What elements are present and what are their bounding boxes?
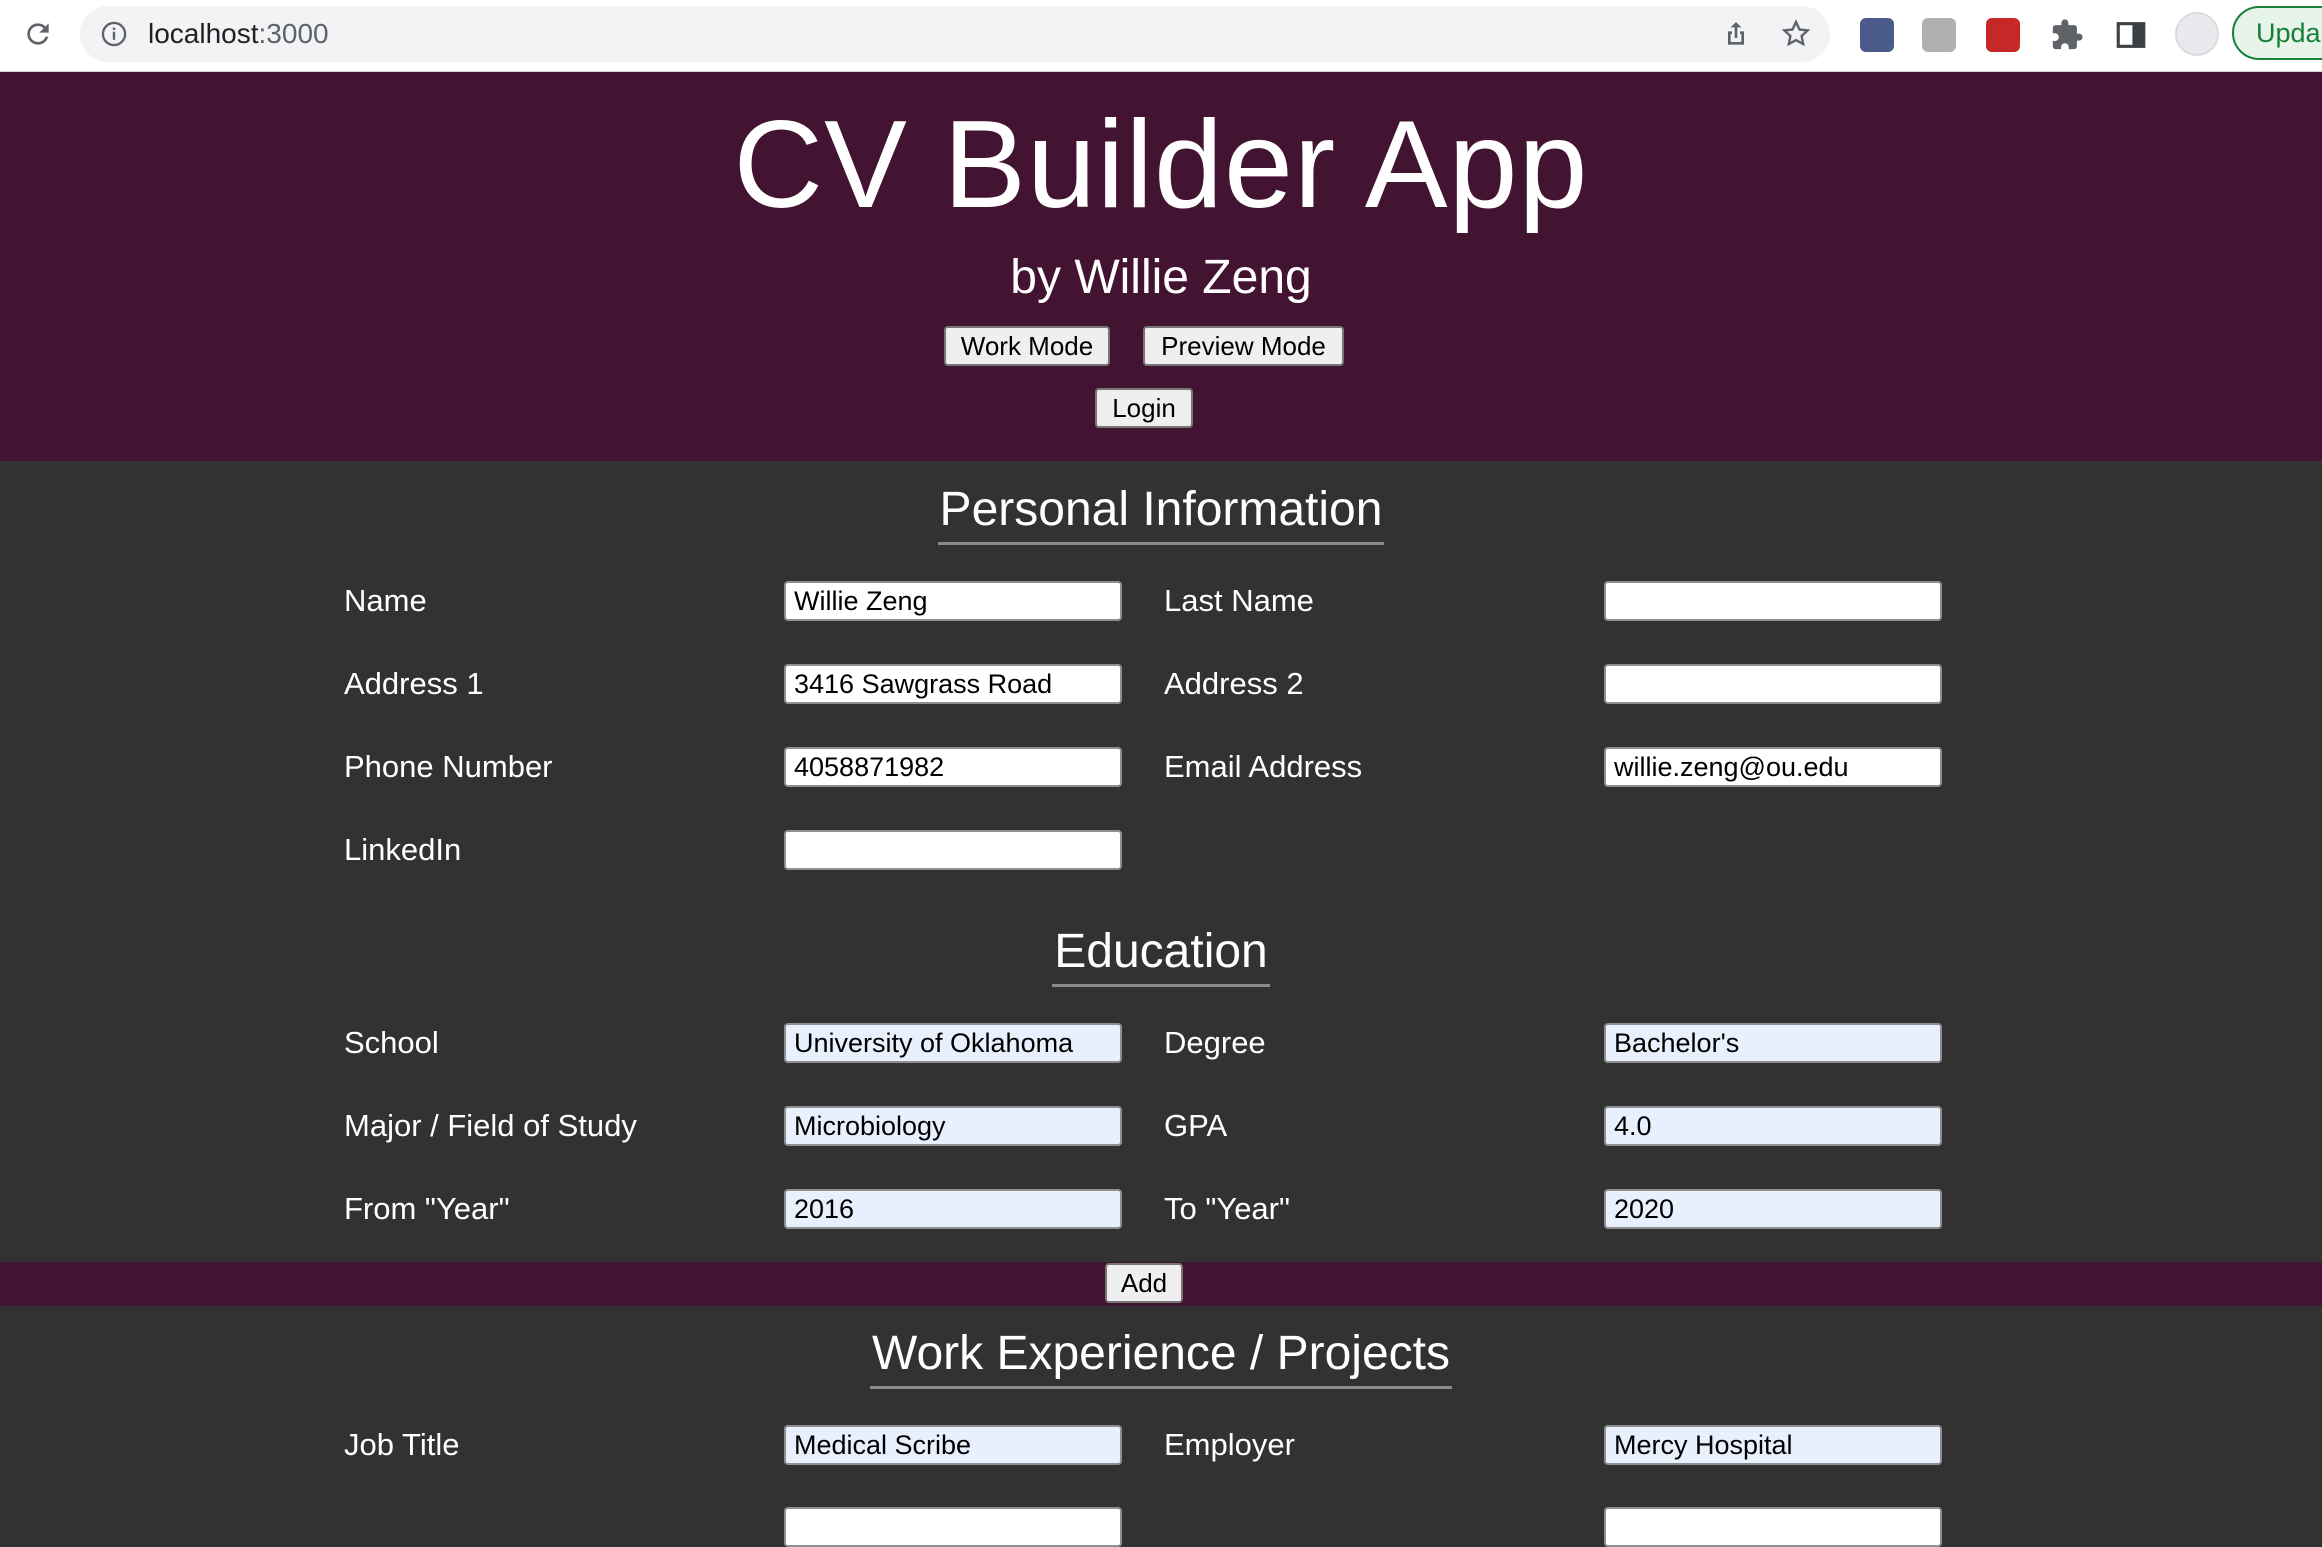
update-button[interactable]: Upda [2232, 6, 2322, 60]
school-label: School [344, 1025, 439, 1060]
profile-avatar[interactable] [2175, 12, 2219, 56]
url-host: localhost [148, 18, 259, 49]
reload-icon[interactable] [18, 14, 58, 54]
extensions-icon[interactable] [2050, 18, 2084, 52]
to-year-label: To "Year" [1164, 1191, 1290, 1226]
site-info-icon[interactable] [100, 20, 128, 48]
last-name-field[interactable] [1604, 581, 1942, 621]
url-port: :3000 [258, 18, 329, 49]
employer-label: Employer [1164, 1427, 1295, 1462]
browser-toolbar: localhost:3000 Upda [0, 0, 2322, 72]
address1-field[interactable] [784, 664, 1122, 704]
name-field[interactable] [784, 581, 1122, 621]
work-mode-button[interactable]: Work Mode [944, 326, 1110, 366]
work-title: Work Experience / Projects [870, 1326, 1452, 1389]
login-button[interactable]: Login [1095, 388, 1193, 428]
linkedin-label: LinkedIn [344, 832, 462, 867]
last-name-label: Last Name [1164, 583, 1314, 618]
email-field[interactable] [1604, 747, 1942, 787]
next-work-field-left[interactable] [784, 1507, 1122, 1547]
bookmark-star-icon[interactable] [1780, 18, 1812, 50]
extension-red-icon[interactable] [1986, 18, 2020, 52]
from-year-field[interactable] [784, 1189, 1122, 1229]
gpa-field[interactable] [1604, 1106, 1942, 1146]
major-label: Major / Field of Study [344, 1108, 637, 1143]
linkedin-field[interactable] [784, 830, 1122, 870]
address1-label: Address 1 [344, 666, 484, 701]
personal-info-title: Personal Information [937, 482, 1385, 545]
degree-label: Degree [1164, 1025, 1266, 1060]
to-year-field[interactable] [1604, 1189, 1942, 1229]
name-label: Name [344, 583, 427, 618]
employer-field[interactable] [1604, 1425, 1942, 1465]
email-label: Email Address [1164, 749, 1363, 784]
education-title: Education [1052, 924, 1270, 987]
job-title-label: Job Title [344, 1427, 460, 1462]
share-icon[interactable] [1720, 18, 1752, 50]
education-heading: Education [0, 924, 2322, 987]
personal-info-heading: Personal Information [0, 482, 2322, 545]
url-text: localhost:3000 [148, 6, 329, 62]
phone-field[interactable] [784, 747, 1122, 787]
phone-label: Phone Number [344, 749, 553, 784]
school-field[interactable] [784, 1023, 1122, 1063]
app-title: CV Builder App [733, 96, 1589, 234]
next-work-field-right[interactable] [1604, 1507, 1942, 1547]
author-byline: by Willie Zeng [1010, 251, 1312, 304]
job-title-field[interactable] [784, 1425, 1122, 1465]
degree-field[interactable] [1604, 1023, 1942, 1063]
address2-field[interactable] [1604, 664, 1942, 704]
extension-puzzle-blue-icon[interactable] [1860, 18, 1894, 52]
address2-label: Address 2 [1164, 666, 1304, 701]
extension-gray-icon[interactable] [1922, 18, 1956, 52]
work-heading: Work Experience / Projects [0, 1326, 2322, 1389]
add-education-button[interactable]: Add [1105, 1263, 1183, 1303]
preview-mode-button[interactable]: Preview Mode [1143, 326, 1344, 366]
gpa-label: GPA [1164, 1108, 1228, 1143]
address-bar[interactable]: localhost:3000 [80, 6, 1830, 62]
side-panel-icon[interactable] [2114, 18, 2148, 52]
major-field[interactable] [784, 1106, 1122, 1146]
from-year-label: From "Year" [344, 1191, 510, 1226]
app-header: CV Builder App by Willie Zeng Work Mode … [0, 72, 2322, 461]
